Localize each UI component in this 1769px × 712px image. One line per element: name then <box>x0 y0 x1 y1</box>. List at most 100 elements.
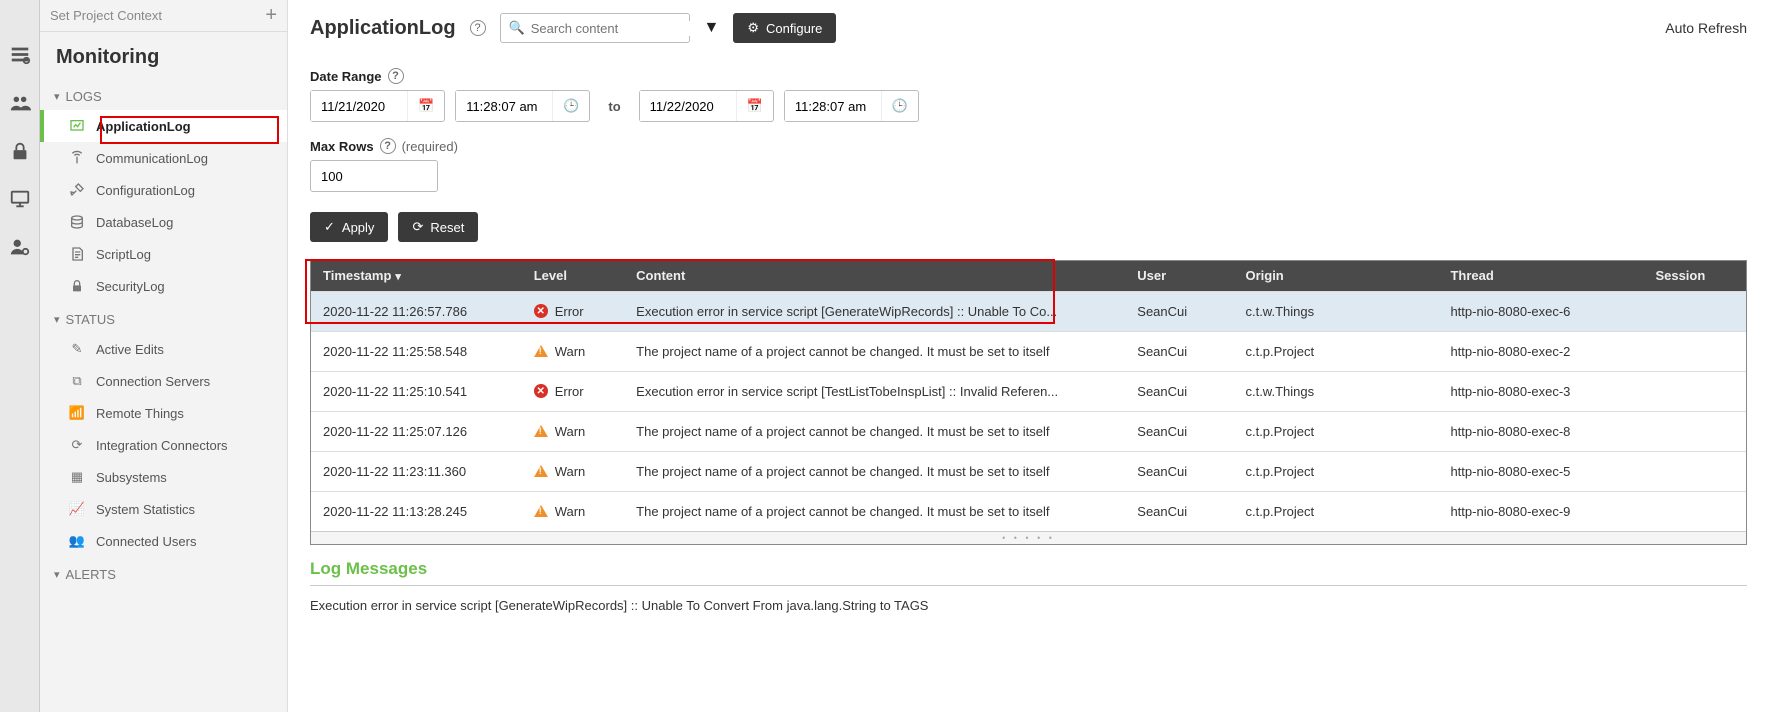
date-range-label: Date Range <box>310 69 382 84</box>
from-time-input[interactable] <box>456 91 552 121</box>
sidebar-item-system-statistics[interactable]: 📈System Statistics <box>40 493 287 525</box>
cell-content: Execution error in service script [Gener… <box>624 291 1125 331</box>
group-alerts[interactable]: ▾ ALERTS <box>40 557 287 588</box>
configure-label: Configure <box>766 21 822 36</box>
group-logs-label: LOGS <box>66 89 102 104</box>
calendar-icon[interactable]: 📅 <box>407 91 444 121</box>
sidebar-item-integration-connectors[interactable]: ⟳Integration Connectors <box>40 429 287 461</box>
to-date-field[interactable]: 📅 <box>639 90 774 122</box>
help-icon[interactable]: ? <box>380 138 396 154</box>
gear-user-icon[interactable] <box>9 236 31 258</box>
lock-icon[interactable] <box>9 140 31 162</box>
search-input[interactable] <box>531 21 707 36</box>
search-icon: 🔍 <box>509 20 525 36</box>
to-time-field[interactable]: 🕒 <box>784 90 919 122</box>
browse-icon[interactable] <box>9 44 31 66</box>
table-row[interactable]: 2020-11-22 11:25:58.548WarnThe project n… <box>311 331 1746 371</box>
table-row[interactable]: 2020-11-22 11:23:11.360WarnThe project n… <box>311 451 1746 491</box>
group-status[interactable]: ▾ STATUS <box>40 302 287 333</box>
from-date-field[interactable]: 📅 <box>310 90 445 122</box>
col-timestamp[interactable]: Timestamp▾ <box>311 261 522 291</box>
required-label: (required) <box>402 139 458 154</box>
configure-button[interactable]: ⚙ Configure <box>733 13 836 43</box>
reset-button[interactable]: ⟳ Reset <box>398 212 478 242</box>
clock-icon[interactable]: 🕒 <box>881 91 918 121</box>
table-row[interactable]: 2020-11-22 11:13:28.245WarnThe project n… <box>311 491 1746 531</box>
col-session[interactable]: Session <box>1643 261 1746 291</box>
auto-refresh-label[interactable]: Auto Refresh <box>1665 20 1747 36</box>
filter-icon[interactable]: ▼ <box>704 19 720 37</box>
max-rows-input[interactable] <box>310 160 438 192</box>
table-row[interactable]: 2020-11-22 11:26:57.786✕ErrorExecution e… <box>311 291 1746 331</box>
cell-session <box>1643 291 1746 331</box>
log-message-body: Execution error in service script [Gener… <box>310 598 1747 613</box>
from-time-field[interactable]: 🕒 <box>455 90 590 122</box>
cell-level: ✕Error <box>522 291 624 331</box>
from-date-input[interactable] <box>311 91 407 121</box>
help-icon[interactable]: ? <box>470 20 486 36</box>
table-row[interactable]: 2020-11-22 11:25:07.126WarnThe project n… <box>311 411 1746 451</box>
sidebar-item-label: ApplicationLog <box>96 119 191 134</box>
table-row[interactable]: 2020-11-22 11:25:10.541✕ErrorExecution e… <box>311 371 1746 411</box>
apply-label: Apply <box>342 220 375 235</box>
to-time-input[interactable] <box>785 91 881 121</box>
cell-level: Warn <box>522 411 624 451</box>
project-context-placeholder[interactable]: Set Project Context <box>50 8 162 23</box>
sidebar-item-communicationlog[interactable]: CommunicationLog <box>40 142 287 174</box>
cell-thread: http-nio-8080-exec-5 <box>1438 451 1643 491</box>
sidebar-item-configurationlog[interactable]: ConfigurationLog <box>40 174 287 206</box>
clock-icon[interactable]: 🕒 <box>552 91 589 121</box>
sidebar-item-label: Subsystems <box>96 470 167 485</box>
apply-button[interactable]: ✓ Apply <box>310 212 388 242</box>
col-user[interactable]: User <box>1125 261 1233 291</box>
sidebar-item-connected-users[interactable]: 👥Connected Users <box>40 525 287 557</box>
cell-user: SeanCui <box>1125 331 1233 371</box>
search-input-wrap[interactable]: 🔍 <box>500 13 690 43</box>
col-content[interactable]: Content <box>624 261 1125 291</box>
sort-desc-icon: ▾ <box>395 271 401 283</box>
antenna-icon <box>68 149 86 167</box>
table-header-row: Timestamp▾ Level Content User Origin Thr… <box>311 261 1746 291</box>
sidebar-item-label: Active Edits <box>96 342 164 357</box>
sidebar-item-applicationlog[interactable]: ApplicationLog <box>40 110 287 142</box>
sidebar-item-connection-servers[interactable]: ⧉Connection Servers <box>40 365 287 397</box>
cell-thread: http-nio-8080-exec-9 <box>1438 491 1643 531</box>
sidebar-item-label: ConfigurationLog <box>96 183 195 198</box>
log-table: Timestamp▾ Level Content User Origin Thr… <box>311 261 1746 531</box>
to-label: to <box>600 99 628 114</box>
sidebar-item-remote-things[interactable]: 📶Remote Things <box>40 397 287 429</box>
cell-thread: http-nio-8080-exec-3 <box>1438 371 1643 411</box>
sidebar-item-label: SecurityLog <box>96 279 165 294</box>
stats-icon: 📈 <box>68 500 86 518</box>
edits-icon: ✎ <box>68 340 86 358</box>
cell-thread: http-nio-8080-exec-8 <box>1438 411 1643 451</box>
cell-origin: c.t.p.Project <box>1233 451 1438 491</box>
col-level[interactable]: Level <box>522 261 624 291</box>
help-icon[interactable]: ? <box>388 68 404 84</box>
to-date-input[interactable] <box>640 91 736 121</box>
cell-level: ✕Error <box>522 371 624 411</box>
sidebar-item-label: DatabaseLog <box>96 215 173 230</box>
error-icon: ✕ <box>534 304 548 318</box>
cell-origin: c.t.p.Project <box>1233 331 1438 371</box>
group-alerts-label: ALERTS <box>66 567 116 582</box>
page-title: ApplicationLog <box>310 17 456 40</box>
group-status-label: STATUS <box>66 312 115 327</box>
users-icon[interactable] <box>9 92 31 114</box>
sidebar-item-active-edits[interactable]: ✎ Active Edits <box>40 333 287 365</box>
add-context-icon[interactable]: + <box>265 4 277 27</box>
sidebar-item-label: Integration Connectors <box>96 438 228 453</box>
splitter-handle[interactable]: • • • • • <box>311 531 1746 544</box>
sidebar-item-scriptlog[interactable]: ScriptLog <box>40 238 287 270</box>
sidebar-item-securitylog[interactable]: SecurityLog <box>40 270 287 302</box>
col-thread[interactable]: Thread <box>1438 261 1643 291</box>
monitor-icon[interactable] <box>9 188 31 210</box>
sidebar-item-databaselog[interactable]: DatabaseLog <box>40 206 287 238</box>
group-logs[interactable]: ▾ LOGS <box>40 79 287 110</box>
sidebar-item-subsystems[interactable]: ▦Subsystems <box>40 461 287 493</box>
calendar-icon[interactable]: 📅 <box>736 91 773 121</box>
cell-thread: http-nio-8080-exec-2 <box>1438 331 1643 371</box>
col-origin[interactable]: Origin <box>1233 261 1438 291</box>
sidebar-item-label: ScriptLog <box>96 247 151 262</box>
chevron-down-icon: ▾ <box>54 568 60 581</box>
